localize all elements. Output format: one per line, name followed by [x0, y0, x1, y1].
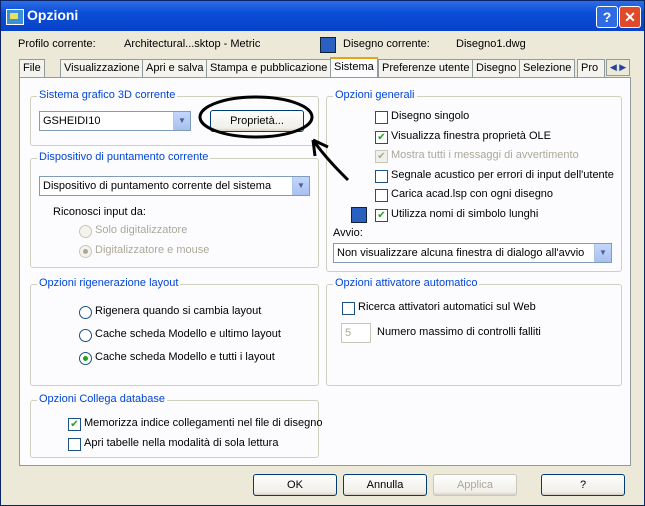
annotation-arrow-line	[311, 139, 350, 182]
annotation-overlay	[198, 95, 350, 182]
highlight-circle	[198, 95, 314, 139]
